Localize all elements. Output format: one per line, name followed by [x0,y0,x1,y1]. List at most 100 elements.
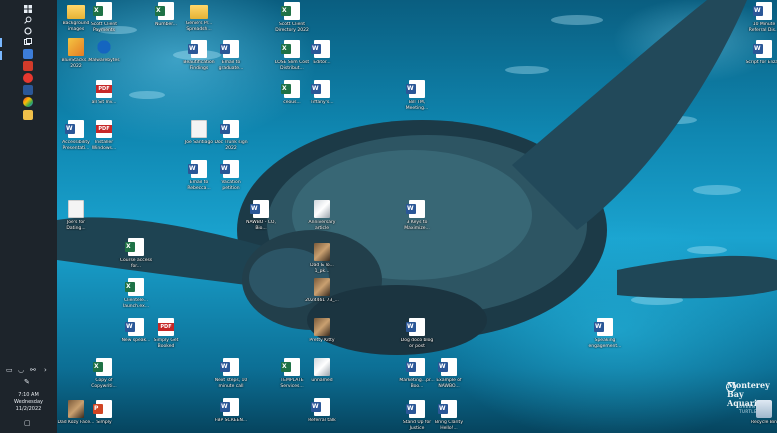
desktop-icon-label: Speaking engagement... [588,338,622,349]
task-view-icon[interactable] [23,37,33,47]
desktop-icon-excel[interactable]: X Number... [149,2,183,28]
desktop-icon-folder[interactable]: Genie's Pr... Spreadsh... [182,2,216,32]
desktop-icon-excel[interactable]: X Clientele... launch.ex... [119,278,153,309]
desktop-icon-photo[interactable]: Dad & lo... 1_pk... [305,243,339,274]
ppt-file-icon: P [93,400,112,418]
desktop-icon-photo[interactable]: 2024461 73_... [305,278,339,304]
desktop-icon-word[interactable]: W Speaking engagement... [588,318,622,349]
pdf-file-icon: PDF [96,120,112,138]
network-icon[interactable]: ⚯ [30,366,36,374]
pen-icon[interactable]: ✎ [24,378,30,386]
desktop-icon-word[interactable]: W Bring Clarity Hello!... [432,400,466,431]
desktop-icon-photo2[interactable]: unnamed [305,358,339,384]
search-icon[interactable] [23,15,33,25]
desktop-icon-label: Email to graduate... [218,60,244,71]
desktop-icon-word[interactable]: W Editor... [305,40,339,66]
word-app-icon[interactable] [23,85,33,95]
desktop-icon-photo[interactable]: Pretty Kitty [305,318,339,344]
desktop-icon-label: Tiffany's... [310,100,334,105]
desktop-icon-word[interactable]: W 3 Keys to Maximize... [400,200,434,231]
desktop-icon-excel[interactable]: X LOSE Slim Cost Distribut... [275,40,309,71]
excel-file-icon: X [155,2,174,20]
taskbar-clock[interactable]: 7:10 AM Wednesday 11/2/2022 [0,392,57,413]
excel-glyph: X [94,363,99,370]
desktop-icon-label: Example of NAWBO... [436,378,462,389]
excel-file-icon: X [281,40,300,58]
desktop-icon-label: all Sit Inv... [91,100,117,105]
desktop-icon-word[interactable]: W Referral talk [305,398,339,424]
recycle-file-icon [756,400,772,418]
wifi-icon[interactable]: ◡ [18,366,24,374]
excel-glyph: X [282,45,287,52]
desktop-icon-blank[interactable]: Joe Santiago [182,120,216,146]
desktop-icon-word[interactable]: W NAWBO - CO, Bio... [244,200,278,231]
desktop-icon-label: 3 Keys to Maximize... [404,220,430,231]
desktop-icon-label: Next steps, 10 minute call [214,378,248,389]
desktop-icon-label: 10 Minute Referral Dis... [748,22,777,33]
chevron-up-icon[interactable]: › [44,366,47,374]
desktop-icon-pdf[interactable]: PDF Installer Windows... [87,120,121,151]
office-app-icon[interactable] [23,61,33,71]
word-file-icon: W [220,358,239,376]
notification-icon[interactable]: ▢ [24,419,31,427]
chrome-app-icon[interactable] [23,97,33,107]
word-glyph: W [126,323,133,330]
desktop-icon-word[interactable]: W Marketing...pr... Boo... [399,358,435,389]
desktop-icon-label: Email to Rebecca... [187,180,211,191]
clock-day: Wednesday [14,399,43,405]
desktop-icon-word[interactable]: W Stand Up for Justice [400,400,434,431]
active-app-indicator [0,38,2,47]
desktop-icon-word[interactable]: W Vacation petition [214,160,248,191]
word-glyph: W [754,45,761,52]
desktop-icon-label: Bill TM, Meeting... [405,100,429,111]
excel-file-icon: X [281,80,300,98]
desktop-icon-pdf[interactable]: PDF Simply Get Booked [149,318,183,349]
desktop-icon-excel[interactable]: X Course access for... [119,238,153,269]
photo-file-icon [314,278,330,296]
desktop-icon-word[interactable]: W Dog doco blog or post [400,318,434,349]
desktop-icon-word[interactable]: W Email to Rebecca... [182,160,216,191]
word-glyph: W [221,165,228,172]
desktop-icon-mb[interactable]: Malwarebytes [87,38,121,64]
word-glyph: W [312,85,319,92]
word-file-icon: W [406,80,425,98]
browser-app-icon[interactable] [23,73,33,83]
desktop-icon-excel[interactable]: X TEMPLATE Services... [275,358,309,389]
desktop-icon-excel[interactable]: X Scott Client Payments [87,2,121,33]
word-glyph: W [221,45,228,52]
desktop-icon-blank[interactable]: Joe's for Dating... [59,200,93,231]
word-glyph: W [312,45,319,52]
desktop-icon-word[interactable]: W FBP SCREEN... [214,398,248,424]
desktop-icon-ppt[interactable]: P Simply [87,400,121,426]
cortana-icon[interactable] [23,26,33,36]
desktop-icon-label: Bring Clarity Hello!... [434,420,463,431]
desktop-icon-pdf[interactable]: PDF all Sit Inv... [87,80,121,106]
desktop-icon-word[interactable]: W Example of NAWBO... [432,358,466,389]
mail-app-icon[interactable] [23,49,33,59]
word-glyph: W [251,205,258,212]
desktop-icon-word[interactable]: W Beautification Findings [182,40,216,71]
active-app-indicator [0,51,2,60]
desktop-icon-word[interactable]: W Email to graduate... [214,40,248,71]
desktop-icon-excel[interactable]: X Copy of Copywriti... [87,358,121,389]
desktop-icon-word[interactable]: W Bill TM, Meeting... [400,80,434,111]
battery-icon[interactable]: ▭ [6,366,13,374]
desktop-icon-word[interactable]: W Doc Trunk sign 2022 [214,120,248,151]
desktop-icon-excel[interactable]: X Scott Client Directory 2022 [275,2,309,33]
windows-start-icon[interactable] [23,4,33,14]
desktop-icon-label: Referral talk [308,418,336,423]
desktop-icon-word[interactable]: W Script for Eliza... [745,40,777,66]
desktop-icon-label: Script for Eliza... [745,60,777,65]
desktop-icon-recycle[interactable]: Recycle Bin [747,400,777,426]
file-explorer-icon[interactable] [23,110,33,120]
desktop-icon-word[interactable]: W Tiffany's... [305,80,339,106]
desktop-icon-photo2[interactable]: Anniversary article [305,200,339,231]
desktop-icon-word[interactable]: W Next steps, 10 minute call [214,358,248,389]
word-file-icon: W [406,400,425,418]
desktop-icon-label: Dog doco blog or post [400,338,434,349]
desktop-icon-word[interactable]: W 10 Minute Referral Dis... [747,2,777,33]
word-file-icon: W [438,400,457,418]
photo-file-icon [314,243,330,261]
word-glyph: W [189,45,196,52]
word-file-icon: W [311,40,330,58]
